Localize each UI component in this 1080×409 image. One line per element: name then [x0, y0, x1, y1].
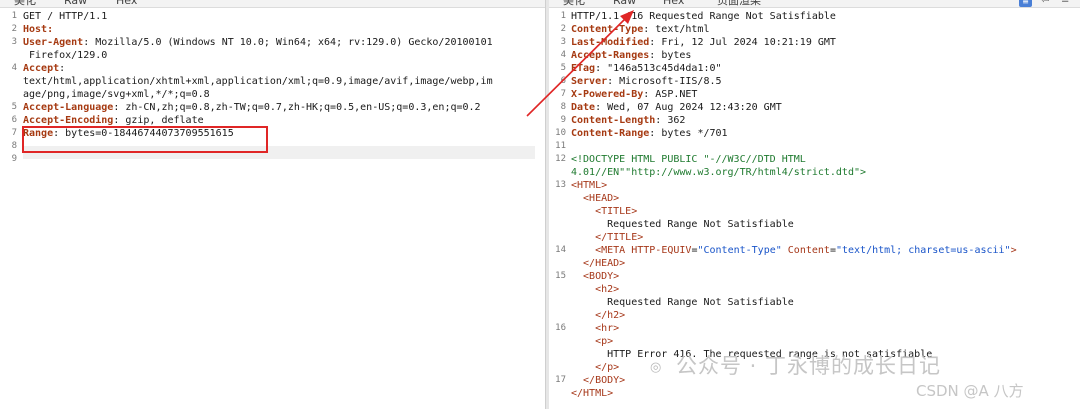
watermark-csdn: CSDN @A 八方: [916, 382, 1024, 400]
wechat-logo-icon: ◎: [650, 360, 662, 375]
annotation-arrow: [526, 10, 634, 117]
watermark-wechat: 公众号 · 丁永博的成长日记: [676, 354, 942, 378]
